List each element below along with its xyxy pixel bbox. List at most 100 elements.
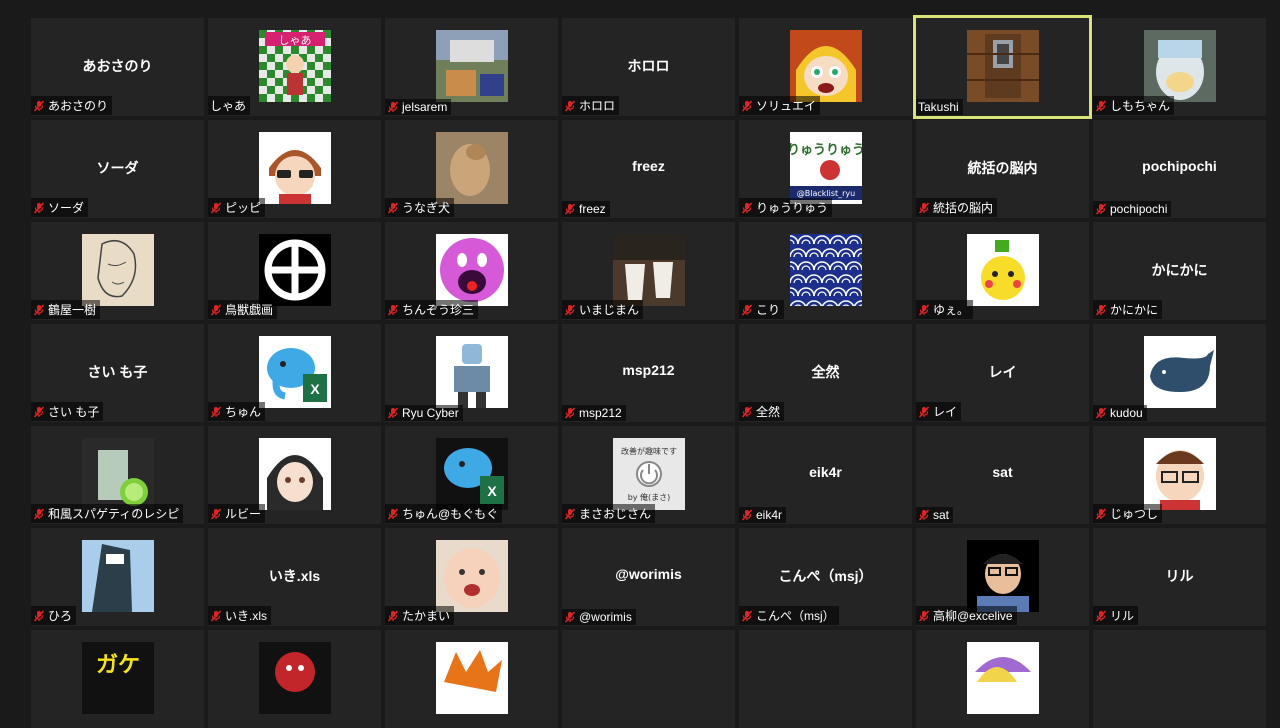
participant-name-label: しもちゃん: [1093, 96, 1175, 115]
participant-display-name: こんぺ（msj）: [778, 568, 873, 584]
participant-tile[interactable]: ソリュエイ: [739, 18, 912, 116]
participant-tile[interactable]: @worimis @worimis: [562, 528, 735, 626]
participant-tile[interactable]: レイ レイ: [916, 324, 1089, 422]
participant-display-name: かにかに: [1151, 262, 1208, 278]
avatar-image: [258, 438, 331, 510]
participant-display-name: pochipochi: [1142, 158, 1217, 174]
participant-tile[interactable]: ソーダ ソーダ: [31, 120, 204, 218]
mic-muted-icon: [387, 201, 399, 214]
svg-text:X: X: [310, 381, 320, 397]
participant-tile[interactable]: pochipochi pochipochi: [1093, 120, 1266, 218]
avatar-image: [966, 234, 1039, 306]
participant-tile[interactable]: [1093, 630, 1266, 728]
participant-name-label: msp212: [562, 405, 626, 421]
participant-tile[interactable]: うなぎ犬: [385, 120, 558, 218]
participant-name-label: うなぎ犬: [385, 198, 455, 217]
participant-name-label: eik4r: [739, 507, 787, 523]
participant-tile[interactable]: こんぺ（msj） こんぺ（msj）: [739, 528, 912, 626]
svg-text:@Blacklist_ryu: @Blacklist_ryu: [796, 189, 855, 198]
participant-name-label: ちんぞう珍三: [385, 300, 479, 319]
participant-tile[interactable]: [208, 630, 381, 728]
avatar-image: [258, 642, 331, 714]
participant-tile[interactable]: かにかに かにかに: [1093, 222, 1266, 320]
participant-tile[interactable]: [562, 630, 735, 728]
participant-name-label: こり: [739, 300, 785, 319]
participant-tile[interactable]: ちんぞう珍三: [385, 222, 558, 320]
participant-tile[interactable]: ルビー: [208, 426, 381, 524]
participant-name: 統括の脳内: [933, 201, 994, 215]
participant-name-label: ちゅん@もぐもぐ: [385, 504, 503, 523]
mic-muted-icon: [1095, 303, 1107, 316]
participant-tile[interactable]: 鳥獣戯画: [208, 222, 381, 320]
participant-tile[interactable]: 統括の脳内 統括の脳内: [916, 120, 1089, 218]
participant-tile[interactable]: sat sat: [916, 426, 1089, 524]
participant-tile[interactable]: 鶴屋一樹: [31, 222, 204, 320]
participant-name: ホロロ: [579, 99, 616, 113]
participant-tile[interactable]: ひろ: [31, 528, 204, 626]
participant-tile[interactable]: しゃあ しゃあ: [208, 18, 381, 116]
participant-name: 和風スパゲティのレシピ: [48, 507, 180, 521]
participant-tile[interactable]: X ちゅん@もぐもぐ: [385, 426, 558, 524]
participant-tile[interactable]: 高柳@excelive: [916, 528, 1089, 626]
participant-name-label: pochipochi: [1093, 201, 1172, 217]
participant-tile[interactable]: X ちゅん: [208, 324, 381, 422]
mic-muted-icon: [33, 99, 45, 112]
participant-tile[interactable]: eik4r eik4r: [739, 426, 912, 524]
participant-name: かにかに: [1110, 303, 1159, 317]
mic-muted-icon: [1095, 407, 1107, 419]
participant-tile[interactable]: しもちゃん: [1093, 18, 1266, 116]
participant-display-name: eik4r: [809, 464, 842, 480]
participant-tile[interactable]: kudou: [1093, 324, 1266, 422]
participant-tile[interactable]: あおさのり あおさのり: [31, 18, 204, 116]
participant-tile[interactable]: 改善が趣味です by 俺(まさ) まさおじさん: [562, 426, 735, 524]
participant-tile[interactable]: msp212 msp212: [562, 324, 735, 422]
participant-name-label: いまじまん: [562, 300, 644, 319]
participant-display-name: あおさのり: [82, 58, 153, 74]
participant-tile[interactable]: たかまい: [385, 528, 558, 626]
mic-muted-icon: [741, 405, 753, 418]
participant-name-label: じゅつし: [1093, 504, 1163, 523]
avatar-image: [1143, 30, 1216, 102]
mic-muted-icon: [564, 99, 576, 112]
participant-tile[interactable]: [385, 630, 558, 728]
participant-tile[interactable]: [739, 630, 912, 728]
avatar-image: [789, 234, 862, 306]
participant-tile[interactable]: りゅうりゅう @Blacklist_ryu りゅうりゅう: [739, 120, 912, 218]
participant-name-label: ソリュエイ: [739, 96, 821, 115]
mic-muted-icon: [210, 507, 222, 520]
participant-name-label: freez: [562, 201, 610, 217]
participant-tile[interactable]: ホロロ ホロロ: [562, 18, 735, 116]
participant-tile[interactable]: こり: [739, 222, 912, 320]
participant-display-name: いき.xls: [268, 568, 321, 584]
participant-name-label: まさおじさん: [562, 504, 656, 523]
participant-tile[interactable]: [916, 630, 1089, 728]
avatar-image: [435, 540, 508, 612]
participant-tile[interactable]: じゅつし: [1093, 426, 1266, 524]
participant-tile[interactable]: いき.xls いき.xls: [208, 528, 381, 626]
participant-display-name: リル: [1165, 568, 1194, 584]
participant-tile[interactable]: Ryu Cyber: [385, 324, 558, 422]
participant-tile[interactable]: Takushi: [913, 15, 1092, 119]
participant-tile[interactable]: さい も子 さい も子: [31, 324, 204, 422]
avatar-image: [966, 540, 1039, 612]
svg-text:改善が趣味です: 改善が趣味です: [621, 446, 677, 456]
avatar-image: [81, 540, 154, 612]
participant-name-label: さい も子: [31, 402, 104, 421]
participant-name: ソーダ: [48, 201, 85, 215]
participant-tile[interactable]: 和風スパゲティのレシピ: [31, 426, 204, 524]
avatar-image: [435, 132, 508, 204]
participant-tile[interactable]: リル リル: [1093, 528, 1266, 626]
participant-tile[interactable]: freez freez: [562, 120, 735, 218]
participant-tile[interactable]: 全然 全然: [739, 324, 912, 422]
participant-tile[interactable]: jelsarem: [385, 18, 558, 116]
participant-name: pochipochi: [1110, 202, 1168, 216]
participant-tile[interactable]: ガケ: [31, 630, 204, 728]
participant-tile[interactable]: ピッピ: [208, 120, 381, 218]
mic-muted-icon: [387, 609, 399, 622]
participant-tile[interactable]: ゆぇ。: [916, 222, 1089, 320]
svg-text:ガケ: ガケ: [95, 653, 139, 678]
participant-tile[interactable]: いまじまん: [562, 222, 735, 320]
participant-name-label: 全然: [739, 402, 785, 421]
mic-muted-icon: [741, 509, 753, 521]
avatar-image: りゅうりゅう @Blacklist_ryu: [789, 132, 862, 204]
